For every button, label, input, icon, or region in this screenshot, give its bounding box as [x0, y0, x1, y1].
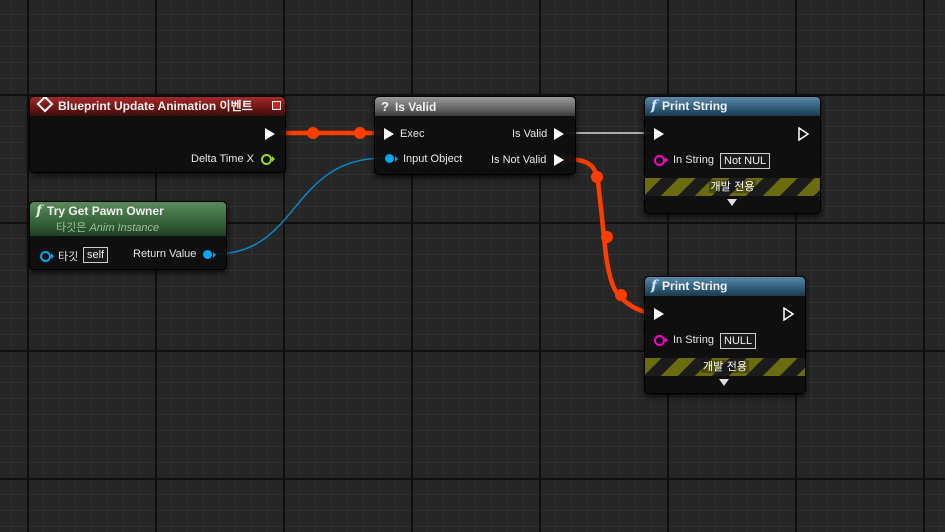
- question-icon: ?: [381, 99, 389, 114]
- in-string-value[interactable]: Not NUL: [720, 153, 771, 169]
- pin-arrow-icon: [213, 252, 216, 258]
- in-string-input-pin[interactable]: [654, 155, 665, 166]
- development-only-banner: 개발 전용: [645, 178, 820, 196]
- exec-output-pin[interactable]: [265, 128, 275, 140]
- return-value-output-pin[interactable]: [203, 250, 212, 259]
- exec-input-pin[interactable]: [654, 128, 664, 140]
- exec-wire-knot: [601, 231, 613, 243]
- node-header[interactable]: f Print String: [645, 277, 805, 296]
- node-header[interactable]: ? Is Valid: [375, 97, 575, 116]
- pin-label-input-object: Input Object: [403, 153, 463, 165]
- pin-arrow-icon: [51, 253, 54, 259]
- node-header[interactable]: f Try Get Pawn Owner 타깃은 Anim Instance: [30, 202, 226, 236]
- in-string-input-pin[interactable]: [654, 335, 665, 346]
- node-title: Blueprint Update Animation 이벤트: [58, 99, 253, 113]
- function-icon: f: [651, 278, 658, 294]
- node-subtitle: 타깃은 Anim Instance: [56, 222, 160, 234]
- is-not-valid-exec-output-pin[interactable]: [554, 154, 564, 166]
- delegate-pin-icon[interactable]: [272, 101, 281, 110]
- expand-arrow-icon[interactable]: [727, 199, 737, 206]
- exec-input-pin[interactable]: [654, 308, 664, 320]
- node-title: Print String: [662, 279, 728, 293]
- exec-wire-knot: [591, 171, 603, 183]
- is-valid-node[interactable]: ? Is Valid Exec Is Valid Input Object Is …: [374, 96, 576, 175]
- pin-label-is-not-valid: Is Not Valid: [491, 154, 547, 166]
- target-self-value[interactable]: self: [83, 247, 109, 263]
- function-icon: f: [651, 98, 658, 114]
- print-string-node-1[interactable]: f Print String In String Not NUL 개발 전용: [644, 96, 821, 214]
- node-header[interactable]: f Print String: [645, 97, 820, 116]
- pin-arrow-icon: [665, 157, 668, 163]
- pin-label-in-string: In String: [673, 334, 714, 346]
- exec-wire-knot: [615, 289, 627, 301]
- pin-label-target: 타깃: [58, 251, 79, 263]
- is-valid-exec-output-pin[interactable]: [554, 128, 564, 140]
- try-get-pawn-owner-node[interactable]: f Try Get Pawn Owner 타깃은 Anim Instance 타깃…: [29, 201, 227, 270]
- exec-input-pin[interactable]: [384, 128, 394, 140]
- in-string-value[interactable]: NULL: [720, 333, 757, 349]
- pin-label-delta-time: Delta Time X: [191, 153, 254, 165]
- pin-arrow-icon: [665, 337, 668, 343]
- exec-wire-knot: [354, 127, 366, 139]
- float-output-pin[interactable]: [261, 154, 272, 165]
- pin-label-is-valid: Is Valid: [512, 128, 548, 140]
- pin-label-return-value: Return Value: [133, 248, 197, 260]
- expand-arrow-icon[interactable]: [719, 379, 729, 386]
- pin-arrow-icon: [272, 156, 275, 162]
- node-title: Is Valid: [394, 100, 437, 114]
- pin-label-exec: Exec: [400, 128, 425, 140]
- pin-label-in-string: In String: [673, 154, 714, 166]
- node-title: Try Get Pawn Owner: [47, 204, 164, 218]
- input-object-pin[interactable]: [385, 154, 394, 163]
- exec-output-pin[interactable]: [783, 307, 795, 321]
- pin-arrow-icon: [395, 156, 398, 162]
- exec-output-pin[interactable]: [798, 127, 810, 141]
- exec-wire-isnotvalid-to-print2: [565, 156, 653, 316]
- node-title: Print String: [662, 99, 728, 113]
- development-only-banner: 개발 전용: [645, 358, 805, 376]
- event-blueprint-update-animation-node[interactable]: Blueprint Update Animation 이벤트 Delta Tim…: [29, 96, 286, 173]
- node-header[interactable]: Blueprint Update Animation 이벤트: [30, 97, 285, 116]
- function-icon: f: [36, 203, 43, 219]
- event-diamond-icon: [36, 97, 54, 113]
- exec-wire-knot: [307, 127, 319, 139]
- print-string-node-2[interactable]: f Print String In String NULL 개발 전용: [644, 276, 806, 394]
- target-input-pin[interactable]: [40, 251, 51, 262]
